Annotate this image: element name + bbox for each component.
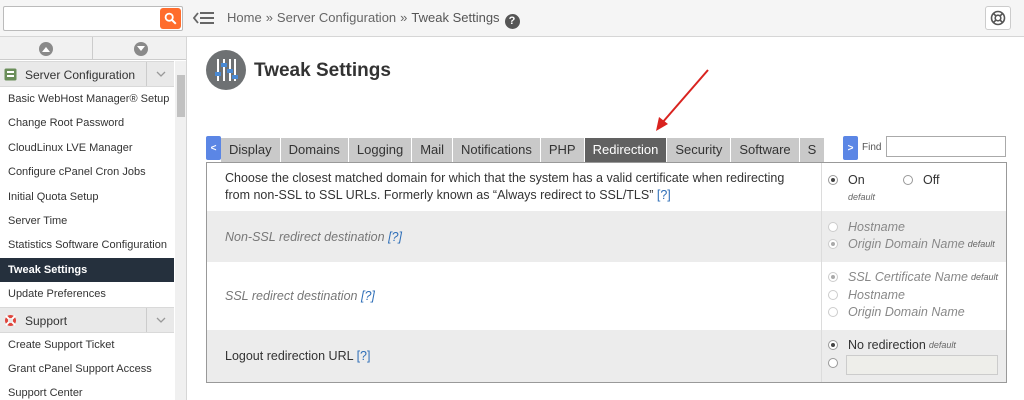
- breadcrumb-server-configuration[interactable]: Server Configuration: [277, 10, 396, 25]
- help-link[interactable]: [?]: [361, 289, 375, 303]
- sidebar-item[interactable]: CloudLinux LVE Manager: [0, 136, 174, 160]
- tab-php[interactable]: PHP: [540, 138, 584, 162]
- setting-label: Logout redirection URL [?]: [225, 349, 371, 363]
- radio-off[interactable]: [903, 175, 913, 185]
- option-label: Off: [923, 173, 940, 187]
- find-input[interactable]: [886, 136, 1006, 157]
- search-box: [3, 6, 183, 31]
- radio-no-redirection[interactable]: [828, 340, 838, 350]
- sidebar-scrollbar[interactable]: [175, 61, 186, 400]
- sidebar-item[interactable]: Configure cPanel Cron Jobs: [0, 160, 174, 184]
- chevron-down-icon: [156, 71, 165, 77]
- tab-notifications[interactable]: Notifications: [453, 138, 540, 162]
- search-icon: [164, 12, 177, 25]
- settings-tabs: Display Domains Logging Mail Notifications PH…: [221, 138, 843, 162]
- sidebar-scrollbar-thumb[interactable]: [177, 75, 185, 117]
- chevron-down-icon: [136, 45, 145, 51]
- setting-row-closest-domain: Choose the closest matched domain for wh…: [207, 163, 1006, 211]
- option-off[interactable]: Off: [903, 173, 939, 187]
- breadcrumb-current: Tweak Settings: [411, 10, 500, 25]
- sidebar-group-label: Support: [25, 313, 68, 328]
- page-title: Tweak Settings: [254, 60, 391, 81]
- tab-scroll-left-button[interactable]: <: [206, 136, 221, 160]
- sidebar-item[interactable]: Server Time: [0, 209, 174, 233]
- sidebar-menu: Server Configuration Basic WebHost Manag…: [0, 61, 174, 400]
- find-label: Find: [862, 142, 882, 153]
- breadcrumb-separator: »: [265, 10, 273, 25]
- sidebar-item[interactable]: Update Preferences: [0, 282, 174, 306]
- radio-hostname[interactable]: [828, 222, 838, 232]
- breadcrumb-separator: »: [400, 10, 408, 25]
- tab-software[interactable]: Software: [731, 138, 799, 162]
- group-collapse-toggle[interactable]: [146, 62, 174, 86]
- help-link[interactable]: [?]: [388, 230, 402, 244]
- logout-url-input[interactable]: [846, 355, 998, 375]
- tab-logging[interactable]: Logging: [348, 138, 412, 162]
- tab-domains[interactable]: Domains: [280, 138, 348, 162]
- help-link[interactable]: [?]: [357, 349, 371, 363]
- support-button[interactable]: [985, 6, 1011, 30]
- server-config-icon: [4, 68, 17, 81]
- sidebar-item[interactable]: Initial Quota Setup: [0, 185, 174, 209]
- setting-label: SSL redirect destination [?]: [225, 289, 375, 303]
- setting-row-non-ssl-redirect: Non-SSL redirect destination [?] Hostnam…: [207, 211, 1006, 262]
- option-origin-domain[interactable]: Origin Domain Name: [828, 305, 965, 319]
- search-button[interactable]: [160, 8, 181, 29]
- group-collapse-toggle[interactable]: [146, 307, 174, 332]
- sidebar-scroll-controls: [0, 37, 186, 60]
- collapse-menu-icon: [192, 12, 214, 24]
- tab-scroll-right-button[interactable]: >: [843, 136, 858, 160]
- radio-hostname[interactable]: [828, 290, 838, 300]
- sidebar-group-label: Server Configuration: [25, 68, 136, 82]
- sidebar-item[interactable]: Grant cPanel Support Access: [0, 357, 174, 381]
- chevron-down-icon: [156, 317, 165, 323]
- option-hostname[interactable]: Hostname: [828, 220, 905, 234]
- lifebuoy-icon: [990, 10, 1006, 26]
- setting-label: Choose the closest matched domain for wh…: [225, 171, 785, 202]
- tab-display[interactable]: Display: [221, 138, 280, 162]
- sidebar-group-support[interactable]: Support: [0, 306, 174, 333]
- option-ssl-cert-name[interactable]: SSL Certificate Name default: [828, 270, 998, 284]
- tab-mail[interactable]: Mail: [412, 138, 453, 162]
- radio-ssl-cert-name[interactable]: [828, 272, 838, 282]
- sidebar-item[interactable]: Create Support Ticket: [0, 333, 174, 357]
- radio-custom-url[interactable]: [828, 358, 838, 368]
- radio-origin-domain[interactable]: [828, 239, 838, 249]
- help-icon[interactable]: ?: [504, 14, 520, 29]
- radio-origin-domain[interactable]: [828, 307, 838, 317]
- option-hostname[interactable]: Hostname: [828, 288, 905, 302]
- search-input[interactable]: [4, 7, 159, 30]
- sidebar-item[interactable]: Support Center: [0, 381, 174, 400]
- sidebar-group-server-configuration[interactable]: Server Configuration: [0, 61, 174, 87]
- option-origin-domain[interactable]: Origin Domain Name default: [828, 237, 995, 251]
- lifebuoy-icon: [5, 314, 16, 326]
- option-on[interactable]: On: [828, 173, 865, 187]
- tab-security[interactable]: Security: [667, 138, 731, 162]
- chevron-up-icon: [42, 46, 50, 52]
- top-bar: Home» Server Configuration» Tweak Settings…: [0, 0, 1024, 37]
- help-link[interactable]: [?]: [657, 188, 671, 202]
- setting-row-ssl-redirect: SSL redirect destination [?] SSL Certifi…: [207, 262, 1006, 330]
- default-note: default: [848, 192, 876, 202]
- setting-label: Non-SSL redirect destination [?]: [225, 230, 402, 244]
- tab-partial[interactable]: S: [799, 138, 825, 162]
- settings-table: Choose the closest matched domain for wh…: [206, 162, 1007, 383]
- option-no-redirection[interactable]: No redirection default: [828, 338, 956, 352]
- radio-on[interactable]: [828, 175, 838, 185]
- sidebar-item[interactable]: Statistics Software Configuration: [0, 233, 174, 257]
- collapse-sidebar-button[interactable]: [192, 9, 215, 27]
- sidebar-item[interactable]: Change Root Password: [0, 111, 174, 135]
- tweak-settings-icon: [206, 50, 246, 90]
- sidebar-item-tweak-settings[interactable]: Tweak Settings: [0, 257, 174, 283]
- option-label: On: [848, 173, 865, 187]
- tab-redirection[interactable]: Redirection: [584, 138, 667, 162]
- sidebar: Server Configuration Basic WebHost Manag…: [0, 37, 187, 400]
- breadcrumb-home[interactable]: Home: [227, 10, 262, 25]
- sidebar-item[interactable]: Basic WebHost Manager® Setup: [0, 87, 174, 111]
- sidebar-scroll-up-button[interactable]: [0, 37, 93, 60]
- option-custom-url[interactable]: [828, 358, 848, 368]
- breadcrumb: Home» Server Configuration» Tweak Settings…: [227, 10, 520, 29]
- sidebar-scroll-down-button[interactable]: [94, 37, 186, 60]
